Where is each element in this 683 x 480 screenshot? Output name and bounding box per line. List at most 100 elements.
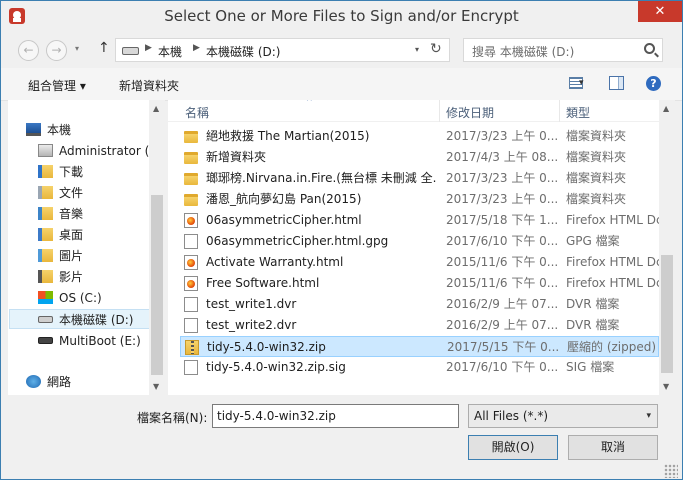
file-row[interactable]: Free Software.html 2015/11/6 下午 0... Fir… bbox=[180, 273, 659, 294]
tree-item-music[interactable]: 音樂 bbox=[38, 204, 165, 224]
close-button[interactable]: ✕ bbox=[638, 1, 682, 22]
file-row[interactable]: 絕地救援 The Martian(2015) 2017/3/23 上午 0...… bbox=[180, 126, 659, 147]
documents-icon bbox=[38, 186, 53, 199]
tree-item-os-c[interactable]: OS (C:) bbox=[38, 288, 165, 308]
file-type: 檔案資料夾 bbox=[566, 192, 627, 206]
scrollbar-thumb[interactable] bbox=[151, 195, 163, 375]
file-name: 06asymmetricCipher.html bbox=[206, 213, 362, 227]
file-row[interactable]: test_write1.dvr 2016/2/9 上午 07... DVR 檔案 bbox=[180, 294, 659, 315]
file-date: 2016/2/9 上午 07... bbox=[446, 297, 559, 311]
file-name: tidy-5.4.0-win32.zip.sig bbox=[206, 360, 346, 374]
tree-item-this-pc[interactable]: 本機 bbox=[26, 120, 165, 140]
file-date: 2017/5/15 下午 0... bbox=[447, 340, 560, 354]
column-divider[interactable] bbox=[559, 100, 560, 122]
search-box[interactable]: 搜尋 本機磁碟 (D:) bbox=[463, 38, 663, 62]
file-name-label: 檔案名稱(N): bbox=[137, 411, 208, 425]
column-divider[interactable] bbox=[439, 100, 440, 122]
view-dropdown-icon[interactable]: ▾ bbox=[579, 78, 584, 88]
file-list: ^ 名稱 修改日期 類型 絕地救援 The Martian(2015) 2017… bbox=[168, 100, 659, 395]
file-type-filter[interactable]: All Files (*.*) ▾ bbox=[468, 404, 658, 428]
file-row[interactable]: 新增資料夾 2017/4/3 上午 08... 檔案資料夾 bbox=[180, 147, 659, 168]
tree-item-desktop[interactable]: 桌面 bbox=[38, 225, 165, 245]
scroll-up-icon[interactable]: ▲ bbox=[153, 104, 159, 113]
resize-grip-icon[interactable] bbox=[664, 464, 678, 478]
title-bar: Select One or More Files to Sign and/or … bbox=[1, 1, 682, 32]
file-row[interactable]: tidy-5.4.0-win32.zip.sig 2017/6/10 下午 0.… bbox=[180, 357, 659, 378]
tree-item-documents[interactable]: 文件 bbox=[38, 183, 165, 203]
column-headers: ^ 名稱 修改日期 類型 bbox=[168, 100, 659, 122]
up-folder-button[interactable]: ↑ bbox=[98, 40, 110, 56]
file-name: Free Software.html bbox=[206, 276, 320, 290]
help-icon[interactable]: ? bbox=[646, 76, 661, 91]
zip-icon bbox=[185, 340, 199, 355]
scrollbar-thumb[interactable] bbox=[661, 255, 673, 373]
navigation-bar: ← → ▾ ↑ ▶ 本機 ▶ 本機磁碟 (D:) ▾ ↻ 搜尋 本機磁碟 (D:… bbox=[1, 32, 682, 68]
tree-item-pictures[interactable]: 圖片 bbox=[38, 246, 165, 266]
refresh-button[interactable]: ↻ bbox=[430, 41, 442, 57]
tree-item-user[interactable]: Administrator (u bbox=[38, 141, 165, 161]
file-row[interactable]: 瑯琊榜.Nirvana.in.Fire.(無台標 未刪減 全... 2017/3… bbox=[180, 168, 659, 189]
breadcrumb-drive-d[interactable]: 本機磁碟 (D:) bbox=[206, 43, 280, 60]
chevron-down-icon[interactable]: ▾ bbox=[646, 411, 651, 421]
new-folder-button[interactable]: 新增資料夾 bbox=[119, 77, 179, 94]
forward-button[interactable]: → bbox=[46, 40, 67, 61]
file-row[interactable]: 潘恩_航向夢幻島 Pan(2015) 2017/3/23 上午 0... 檔案資… bbox=[180, 189, 659, 210]
column-header-type[interactable]: 類型 bbox=[566, 104, 590, 121]
navigation-pane: 本機 Administrator (u 下載 文件 音樂 桌面 圖片 影片 OS… bbox=[8, 100, 165, 395]
column-header-name[interactable]: 名稱 bbox=[185, 104, 209, 121]
document-icon bbox=[184, 234, 198, 249]
document-icon bbox=[184, 318, 198, 333]
recent-locations-button[interactable]: ▾ bbox=[75, 44, 79, 53]
file-row[interactable]: 06asymmetricCipher.html.gpg 2017/6/10 下午… bbox=[180, 231, 659, 252]
file-date: 2017/6/10 下午 0... bbox=[446, 360, 559, 374]
command-toolbar: 組合管理 ▾ 新增資料夾 ▾ ? bbox=[1, 68, 682, 101]
file-date: 2017/6/10 下午 0... bbox=[446, 234, 559, 248]
breadcrumb-this-pc[interactable]: 本機 bbox=[158, 43, 182, 60]
tree-item-multiboot-e[interactable]: MultiBoot (E:) bbox=[38, 331, 165, 351]
cancel-button[interactable]: 取消 bbox=[568, 435, 658, 460]
file-name: 潘恩_航向夢幻島 Pan(2015) bbox=[206, 192, 362, 206]
user-folder-icon bbox=[38, 144, 53, 157]
sort-ascending-icon: ^ bbox=[306, 100, 313, 106]
file-date: 2016/2/9 上午 07... bbox=[446, 318, 559, 332]
drive-icon bbox=[38, 316, 53, 323]
navigation-scrollbar[interactable]: ▲ ▼ bbox=[149, 100, 165, 395]
preview-pane-icon[interactable] bbox=[609, 76, 624, 90]
file-name-input[interactable]: tidy-5.4.0-win32.zip bbox=[212, 404, 459, 428]
breadcrumb-separator[interactable]: ▶ bbox=[193, 43, 200, 53]
tree-item-network[interactable]: 網路 bbox=[26, 372, 165, 392]
search-input[interactable]: 搜尋 本機磁碟 (D:) bbox=[472, 43, 574, 60]
scroll-down-icon[interactable]: ▼ bbox=[153, 382, 159, 391]
address-bar[interactable]: ▶ 本機 ▶ 本機磁碟 (D:) ▾ ↻ bbox=[115, 38, 450, 62]
tree-item-downloads[interactable]: 下載 bbox=[38, 162, 165, 182]
organize-button[interactable]: 組合管理 ▾ bbox=[28, 77, 86, 94]
address-history-dropdown[interactable]: ▾ bbox=[415, 45, 419, 54]
scroll-up-icon[interactable]: ▲ bbox=[663, 104, 669, 113]
search-icon[interactable] bbox=[644, 43, 655, 54]
file-type-filter-value: All Files (*.*) bbox=[474, 409, 549, 423]
pictures-icon bbox=[38, 249, 53, 262]
downloads-icon bbox=[38, 165, 53, 178]
firefox-html-icon bbox=[184, 276, 198, 291]
file-type: 檔案資料夾 bbox=[566, 171, 627, 185]
scroll-down-icon[interactable]: ▼ bbox=[663, 382, 669, 391]
computer-icon bbox=[26, 123, 41, 136]
tree-item-drive-d[interactable]: 本機磁碟 (D:) bbox=[9, 309, 154, 329]
file-name: 06asymmetricCipher.html.gpg bbox=[206, 234, 389, 248]
folder-icon bbox=[184, 152, 198, 164]
file-row[interactable]: Activate Warranty.html 2015/11/6 下午 0...… bbox=[180, 252, 659, 273]
document-icon bbox=[184, 297, 198, 312]
column-header-date[interactable]: 修改日期 bbox=[446, 104, 494, 121]
file-row[interactable]: 06asymmetricCipher.html 2017/5/18 下午 1..… bbox=[180, 210, 659, 231]
back-button[interactable]: ← bbox=[18, 40, 39, 61]
file-list-scrollbar[interactable]: ▲ ▼ bbox=[659, 100, 675, 395]
file-type: DVR 檔案 bbox=[566, 297, 620, 311]
firefox-html-icon bbox=[184, 255, 198, 270]
desktop-icon bbox=[38, 228, 53, 241]
file-row[interactable]: test_write2.dvr 2016/2/9 上午 07... DVR 檔案 bbox=[180, 315, 659, 336]
file-row-selected[interactable]: tidy-5.4.0-win32.zip 2017/5/15 下午 0... 壓… bbox=[180, 336, 659, 357]
tree-item-videos[interactable]: 影片 bbox=[38, 267, 165, 287]
file-type: Firefox HTML Dc bbox=[566, 276, 659, 290]
breadcrumb-separator[interactable]: ▶ bbox=[145, 43, 152, 53]
open-button[interactable]: 開啟(O) bbox=[468, 435, 558, 460]
